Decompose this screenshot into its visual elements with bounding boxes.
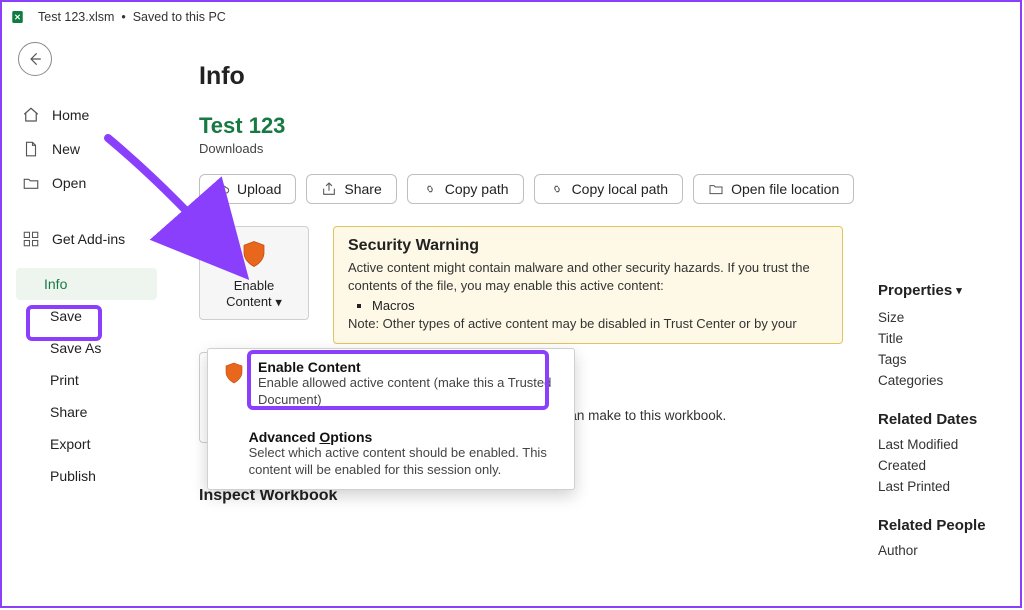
addins-icon — [22, 230, 40, 248]
page-title: Info — [199, 62, 1020, 91]
nav-label: Publish — [50, 468, 96, 484]
folder-icon — [708, 181, 724, 197]
prop-last-printed: Last Printed — [878, 476, 1006, 497]
copy-local-path-button[interactable]: Copy local path — [534, 174, 684, 204]
upload-button[interactable]: Upload — [199, 174, 296, 204]
properties-header[interactable]: Properties ▾ — [878, 282, 1006, 299]
prop-author[interactable]: Author — [878, 540, 1006, 561]
properties-panel: Properties ▾ Size Title Tags Categories … — [878, 282, 1006, 561]
shield-icon — [239, 239, 269, 274]
share-icon — [321, 181, 337, 197]
popup-advanced-options[interactable]: Advanced Options Select which active con… — [208, 419, 574, 489]
popup-enable-title: Enable Content — [258, 359, 560, 375]
prop-title[interactable]: Title — [878, 328, 1006, 349]
button-label: Copy path — [445, 181, 509, 197]
button-label: Upload — [237, 181, 281, 197]
prop-size[interactable]: Size — [878, 307, 1006, 328]
action-buttons: Upload Share Copy path Copy local path O… — [199, 174, 1020, 204]
prop-categories[interactable]: Categories — [878, 370, 1006, 391]
button-label: Copy local path — [572, 181, 669, 197]
excel-icon — [10, 8, 28, 26]
prop-tags[interactable]: Tags — [878, 349, 1006, 370]
warning-body: Active content might contain malware and… — [348, 259, 828, 294]
security-warning-box: Security Warning Active content might co… — [333, 226, 843, 344]
doc-title: Test 123 — [199, 113, 1020, 139]
nav-label: Home — [52, 107, 89, 123]
nav-label: Export — [50, 436, 90, 452]
chevron-down-icon: ▾ — [956, 284, 962, 297]
nav-saveas[interactable]: Save As — [44, 332, 157, 364]
nav-print[interactable]: Print — [44, 364, 157, 396]
nav-label: Open — [52, 175, 86, 191]
nav-info[interactable]: Info — [16, 268, 157, 300]
tile-label: Enable Content ▾ — [226, 278, 282, 311]
home-icon — [22, 106, 40, 124]
popup-enable-desc: Enable allowed active content (make this… — [258, 375, 560, 409]
shield-icon — [222, 359, 246, 409]
main: Info Test 123 Downloads Upload Share Cop… — [157, 32, 1020, 606]
warning-title: Security Warning — [348, 237, 828, 255]
nav-label: Share — [50, 404, 87, 420]
titlebar: Test 123.xlsm • Saved to this PC — [2, 2, 1020, 32]
nav-save[interactable]: Save — [44, 300, 157, 332]
warning-bullet: Macros — [372, 298, 828, 313]
link-icon — [422, 181, 438, 197]
nav-open[interactable]: Open — [16, 166, 157, 200]
nav-label: Save — [50, 308, 82, 324]
related-people-header: Related People — [878, 517, 1006, 534]
popup-advanced-title: Advanced Options — [249, 429, 560, 445]
copy-path-button[interactable]: Copy path — [407, 174, 524, 204]
nav-label: Get Add-ins — [52, 231, 125, 247]
enable-content-dropdown: Enable Content Enable allowed active con… — [207, 348, 575, 490]
related-dates-header: Related Dates — [878, 411, 1006, 428]
nav-label: Print — [50, 372, 79, 388]
nav-publish[interactable]: Publish — [44, 460, 157, 492]
nav-addins[interactable]: Get Add-ins — [16, 222, 157, 256]
button-label: Share — [344, 181, 381, 197]
nav-home[interactable]: Home — [16, 98, 157, 132]
nav-share[interactable]: Share — [44, 396, 157, 428]
arrow-left-icon — [27, 51, 43, 67]
doc-location[interactable]: Downloads — [199, 141, 1020, 156]
titlebar-filename: Test 123.xlsm • Saved to this PC — [38, 10, 226, 24]
nav-new[interactable]: New — [16, 132, 157, 166]
enable-content-tile[interactable]: Enable Content ▾ — [199, 226, 309, 320]
open-file-location-button[interactable]: Open file location — [693, 174, 854, 204]
folder-open-icon — [22, 174, 40, 192]
prop-last-modified: Last Modified — [878, 434, 1006, 455]
link-icon — [549, 181, 565, 197]
prop-created: Created — [878, 455, 1006, 476]
popup-enable-content[interactable]: Enable Content Enable allowed active con… — [208, 349, 574, 419]
sidebar: Home New Open Get Add-ins Info Save Sa — [2, 32, 157, 606]
popup-advanced-desc: Select which active content should be en… — [249, 445, 560, 479]
back-button[interactable] — [18, 42, 52, 76]
file-icon — [22, 140, 40, 158]
nav-label: Info — [44, 276, 67, 292]
button-label: Open file location — [731, 181, 839, 197]
share-button[interactable]: Share — [306, 174, 396, 204]
chevron-down-icon: ▾ — [275, 295, 282, 310]
nav-export[interactable]: Export — [44, 428, 157, 460]
upload-icon — [214, 181, 230, 197]
warning-note: Note: Other types of active content may … — [348, 315, 828, 333]
nav-label: Save As — [50, 340, 101, 356]
nav-label: New — [52, 141, 80, 157]
